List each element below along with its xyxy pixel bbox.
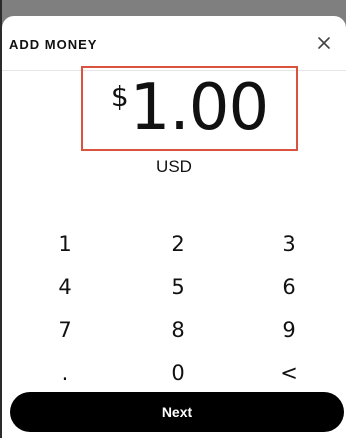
key-9[interactable]: 9 (259, 312, 319, 348)
next-button[interactable]: Next (10, 392, 344, 432)
key-5[interactable]: 5 (148, 269, 208, 305)
sheet-title: ADD MONEY (9, 37, 98, 52)
close-button[interactable] (312, 31, 336, 55)
close-icon (318, 37, 330, 49)
key-0[interactable]: 0 (148, 355, 208, 391)
key-1[interactable]: 1 (35, 226, 95, 262)
key-backspace[interactable]: < (259, 355, 319, 391)
key-8[interactable]: 8 (148, 312, 208, 348)
amount-value: 1.00 (129, 71, 269, 145)
amount-display: $ 1.00 (81, 66, 298, 151)
key-4[interactable]: 4 (35, 269, 95, 305)
add-money-sheet: ADD MONEY $ 1.00 USD 1 2 3 4 5 6 7 8 9 .… (2, 16, 346, 438)
currency-symbol: $ (110, 80, 129, 113)
key-6[interactable]: 6 (259, 269, 319, 305)
sheet-header: ADD MONEY (2, 16, 346, 71)
keypad: 1 2 3 4 5 6 7 8 9 . 0 < (2, 216, 346, 392)
key-2[interactable]: 2 (148, 226, 208, 262)
key-7[interactable]: 7 (35, 312, 95, 348)
amount: $ 1.00 (83, 68, 296, 149)
currency-code: USD (156, 157, 192, 176)
key-3[interactable]: 3 (259, 226, 319, 262)
key-decimal[interactable]: . (35, 355, 95, 391)
